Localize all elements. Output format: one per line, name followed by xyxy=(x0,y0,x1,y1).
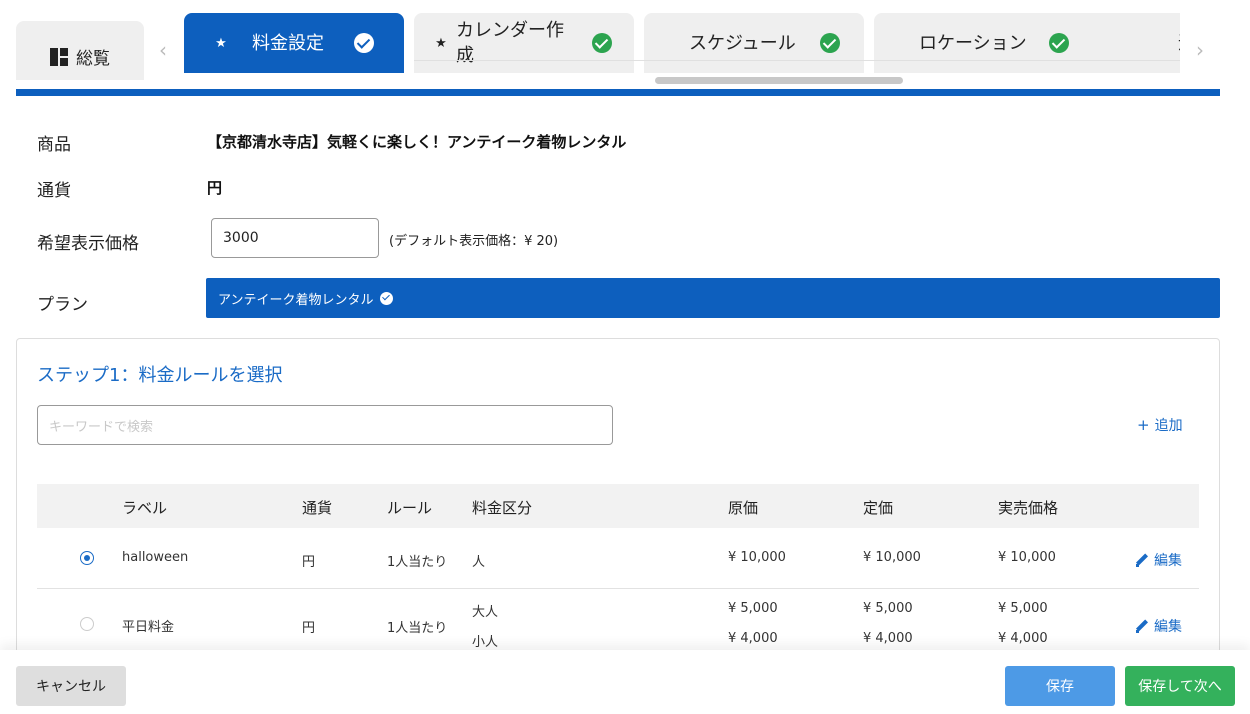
rule-radio-weekday[interactable] xyxy=(80,617,94,631)
save-button[interactable]: 保存 xyxy=(1005,666,1115,706)
display-price-value: 3000 xyxy=(223,230,259,246)
edit-rule-button[interactable]: 編集 xyxy=(1136,616,1182,636)
column-header-rule: ルール xyxy=(387,499,433,517)
tabs-scroll-left-icon[interactable]: ‹ xyxy=(154,38,172,62)
row-sale-price-cell: ¥ 10,000 xyxy=(998,550,1056,565)
check-circle-icon xyxy=(354,33,374,53)
tab-location-label: ロケーション xyxy=(919,32,1027,54)
row-category-cell: 大人 xyxy=(472,605,499,620)
step1-title: ステップ1：料金ルールを選択 xyxy=(37,365,283,386)
row-cost-cell: ¥ 10,000 xyxy=(728,550,786,565)
row-currency-cell: 円 xyxy=(302,621,316,636)
dashboard-icon xyxy=(50,47,68,66)
currency-value: 円 xyxy=(207,179,223,197)
tabs-scroll-right-icon[interactable]: › xyxy=(1191,38,1209,62)
tab-overview-label: 総覧 xyxy=(76,49,110,69)
save-and-next-button[interactable]: 保存して次へ xyxy=(1125,666,1235,706)
plus-icon: + xyxy=(1137,416,1150,434)
check-circle-icon xyxy=(380,291,394,305)
keyword-search-input[interactable]: キーワードで検索 xyxy=(37,405,613,445)
check-circle-icon xyxy=(819,33,840,53)
tab-calendar-label-line1: カレンダー作 xyxy=(456,20,564,41)
tab-additional[interactable]: 追 xyxy=(1104,13,1180,73)
tab-schedule[interactable]: スケジュール xyxy=(644,13,864,73)
add-rule-button[interactable]: + 追加 xyxy=(1137,415,1183,435)
tab-additional-label: 追 xyxy=(1178,31,1180,56)
default-price-note: (デフォルト表示価格：¥ 20) xyxy=(389,234,559,249)
product-value: 【京都清水寺店】気軽くに楽しく！アンテイーク着物レンタル xyxy=(207,133,627,151)
row-label-cell: halloween xyxy=(122,550,189,565)
pencil-icon xyxy=(1136,620,1149,633)
edit-rule-button[interactable]: 編集 xyxy=(1136,550,1182,570)
row-list-price-cell: ¥ 5,000 xyxy=(863,601,913,616)
row-cost-cell: ¥ 5,000 xyxy=(728,601,778,616)
pencil-icon xyxy=(1136,554,1149,567)
row-divider xyxy=(37,588,1199,589)
column-header-category: 料金区分 xyxy=(472,499,533,517)
row-category-cell: 人 xyxy=(472,555,486,570)
row-category-cell: 小人 xyxy=(472,635,499,650)
tab-location[interactable]: ロケーション xyxy=(874,13,1122,73)
tab-overview[interactable]: 総覧 xyxy=(16,21,144,80)
tab-calendar-label-line2: 成 xyxy=(456,45,474,66)
column-header-sale-price: 実売価格 xyxy=(998,499,1059,517)
tab-pricing[interactable]: ★ 料金設定 xyxy=(184,13,404,73)
row-list-price-cell: ¥ 10,000 xyxy=(863,550,921,565)
column-header-cost: 原価 xyxy=(728,499,759,517)
plan-label: プラン xyxy=(37,295,88,315)
check-circle-icon xyxy=(1048,33,1069,53)
row-cost-cell: ¥ 4,000 xyxy=(728,631,778,646)
edit-label: 編集 xyxy=(1154,553,1182,569)
tab-underline-bar xyxy=(16,89,1220,96)
display-price-label: 希望表示価格 xyxy=(37,234,139,254)
add-rule-label: 追加 xyxy=(1154,418,1183,434)
product-label: 商品 xyxy=(37,135,71,155)
tab-scrollbar-thumb[interactable] xyxy=(655,77,903,84)
edit-label: 編集 xyxy=(1154,619,1182,635)
pricing-settings-page: 総覧 ‹ ★ 料金設定 ★ カレンダー作 成 スケジュール ロケーション 追 xyxy=(0,0,1250,714)
row-rule-cell: 1人当たり xyxy=(387,621,448,636)
row-currency-cell: 円 xyxy=(302,555,316,570)
plan-selector[interactable]: アンテイーク着物レンタル xyxy=(206,278,1220,318)
row-list-price-cell: ¥ 4,000 xyxy=(863,631,913,646)
row-sale-price-cell: ¥ 4,000 xyxy=(998,631,1048,646)
required-star-icon: ★ xyxy=(215,35,227,51)
plan-value: アンテイーク着物レンタル xyxy=(218,292,374,308)
row-rule-cell: 1人当たり xyxy=(387,555,448,570)
column-header-label: ラベル xyxy=(122,499,168,517)
column-header-list-price: 定価 xyxy=(863,499,894,517)
display-price-input[interactable]: 3000 xyxy=(211,218,379,258)
row-sale-price-cell: ¥ 5,000 xyxy=(998,601,1048,616)
currency-label: 通貨 xyxy=(37,181,71,201)
search-placeholder: キーワードで検索 xyxy=(49,419,154,435)
tab-pricing-label: 料金設定 xyxy=(252,32,324,54)
check-circle-icon xyxy=(592,33,612,53)
tab-schedule-label: スケジュール xyxy=(689,32,796,54)
tab-calendar[interactable]: ★ カレンダー作 成 xyxy=(414,13,634,73)
tab-scrollbar-track xyxy=(414,60,1180,61)
row-label-cell: 平日料金 xyxy=(122,620,175,635)
cancel-button[interactable]: キャンセル xyxy=(16,666,126,706)
rule-radio-halloween[interactable] xyxy=(80,551,94,565)
column-header-currency: 通貨 xyxy=(302,499,333,517)
required-star-icon: ★ xyxy=(435,35,447,51)
